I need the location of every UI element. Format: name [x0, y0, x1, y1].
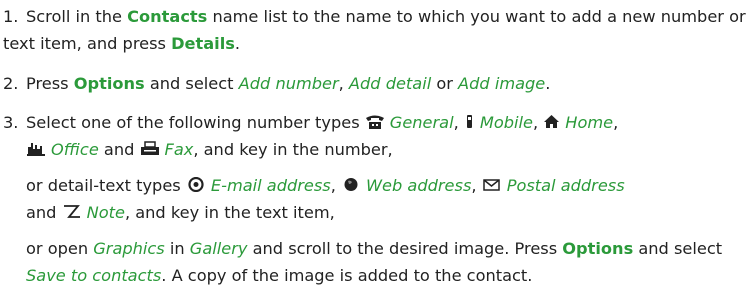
mobile-term: Mobile — [479, 113, 533, 132]
step-1: 1. Scroll in the Contacts name list to t… — [3, 4, 751, 57]
step-text: and scroll to the desired image. Press — [247, 239, 563, 258]
step-text: . A copy of the image is added to the co… — [161, 265, 533, 285]
step-number: 3. — [3, 113, 19, 132]
step-number: 2. — [3, 74, 19, 93]
fax-icon — [140, 140, 160, 156]
step-text: or — [431, 74, 459, 93]
fax-term: Fax — [164, 139, 194, 159]
step-text: , — [613, 113, 619, 132]
web-icon — [341, 177, 361, 192]
general-term: General — [389, 113, 454, 132]
email-term: E-mail address — [210, 176, 331, 195]
email-icon — [186, 177, 206, 192]
add-number-term: Add number — [238, 74, 339, 93]
step-text: and — [98, 139, 140, 159]
general-phone-icon — [365, 114, 385, 129]
home-term: Home — [565, 113, 614, 132]
step-text: , — [338, 74, 349, 93]
graphics-paragraph: or open Graphics in Gallery and scroll t… — [26, 236, 751, 289]
number-types-paragraph: Select one of the following number types… — [26, 110, 751, 163]
step-text: , — [330, 176, 342, 195]
instructions-page: 1. Scroll in the Contacts name list to t… — [0, 0, 755, 297]
details-term: Details — [171, 33, 235, 53]
office-term: Office — [51, 139, 99, 159]
save-to-contacts-term: Save to contacts — [26, 265, 162, 285]
step-text: Scroll in the — [26, 7, 128, 26]
step-text: Select one of the following number types — [26, 113, 365, 132]
contacts-term: Contacts — [127, 7, 208, 26]
office-icon — [26, 141, 46, 156]
web-term: Web address — [366, 176, 472, 195]
step-text: and — [26, 202, 62, 222]
gallery-term: Gallery — [189, 239, 248, 258]
add-image-term: Add image — [458, 74, 546, 93]
step-3: 3. Select one of the following number ty… — [3, 110, 751, 289]
mobile-phone-icon — [464, 114, 475, 129]
step-text: or open — [26, 239, 94, 258]
step-2: 2. Press Options and select Add number, … — [3, 71, 751, 98]
step-text: , and key in the number, — [193, 139, 393, 159]
graphics-term: Graphics — [93, 239, 165, 258]
step-number: 1. — [3, 7, 19, 26]
step-text: , — [453, 113, 464, 132]
step-text: . — [545, 74, 551, 93]
home-icon — [543, 114, 560, 129]
step-text: and select — [633, 239, 723, 258]
step-text: , — [471, 176, 482, 195]
step-text: and select — [144, 74, 239, 93]
add-detail-term: Add detail — [348, 74, 432, 93]
step-text: . — [234, 33, 241, 53]
postal-icon — [482, 177, 502, 192]
options-term: Options — [562, 239, 634, 258]
step-text: or detail-text types — [26, 176, 186, 195]
step-text: , and key in the text item, — [124, 202, 335, 222]
step-text: , — [533, 113, 544, 132]
postal-term: Postal address — [506, 176, 625, 195]
step-text: Press — [26, 74, 74, 93]
options-term: Options — [73, 74, 145, 93]
note-term: Note — [86, 202, 125, 222]
note-icon — [62, 204, 82, 219]
step-text: in — [164, 239, 190, 258]
detail-types-paragraph: or detail-text types E-mail address, Web… — [26, 173, 751, 226]
